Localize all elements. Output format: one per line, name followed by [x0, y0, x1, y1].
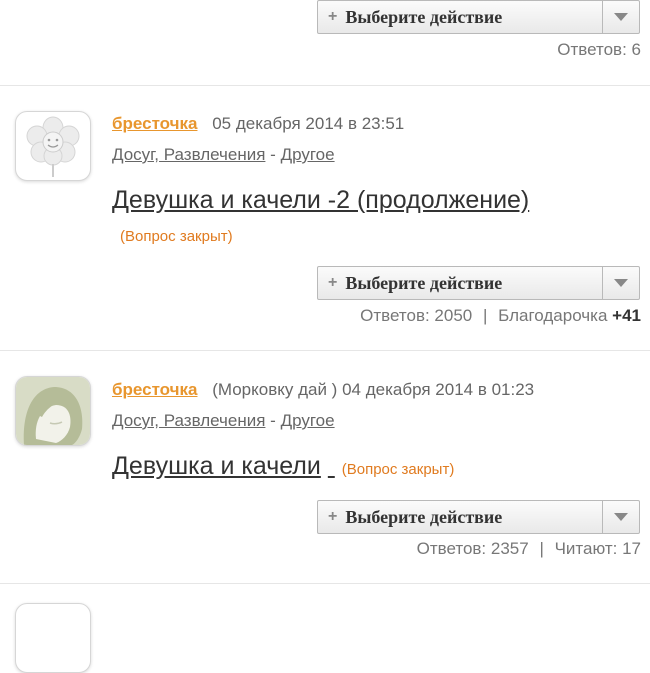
readers-count: Читают: 17 — [554, 539, 641, 558]
action-dropdown[interactable]: + Выберите действие — [317, 266, 640, 300]
stats-separator: | — [482, 306, 488, 325]
post-stats: Ответов: 2357 | Читают: 17 — [417, 539, 641, 559]
post-title: Девушка и качели -2 (продолжение) — [112, 186, 529, 215]
thanks-value: +41 — [612, 306, 641, 325]
action-button[interactable]: + Выберите действие — [318, 507, 602, 528]
question-title-link[interactable]: Девушка и качели -2 (продолжение) — [112, 186, 529, 214]
divider — [0, 350, 650, 351]
action-label: Выберите действие — [345, 272, 503, 293]
thanks-label: Благодарочка — [498, 306, 608, 325]
flower-avatar-icon — [26, 116, 80, 177]
post-date: 04 декабря 2014 в 01:23 — [342, 380, 535, 399]
chevron-down-icon[interactable] — [602, 267, 639, 299]
avatar[interactable] — [15, 376, 91, 446]
post-title: Девушка и качели (Вопрос закрыт) — [112, 452, 454, 481]
action-dropdown[interactable]: + Выберите действие — [317, 500, 640, 534]
answers-count: Ответов: 2357 — [416, 539, 529, 558]
action-label: Выберите действие — [345, 6, 503, 27]
username-link[interactable]: бресточка — [112, 380, 197, 399]
divider — [0, 583, 650, 584]
category-link[interactable]: Досуг, Развлечения — [112, 145, 265, 164]
title-trailing-space — [328, 452, 335, 480]
category-separator: - — [270, 145, 276, 164]
post-stats: Ответов: 6 — [557, 40, 641, 60]
question-title-link[interactable]: Девушка и качели — [112, 452, 321, 480]
category-separator: - — [270, 411, 276, 430]
plus-icon: + — [328, 8, 338, 25]
woman-face-avatar-icon — [16, 377, 90, 445]
answers-count: Ответов: 2050 — [360, 306, 473, 325]
action-button[interactable]: + Выберите действие — [318, 273, 602, 294]
subcategory-link[interactable]: Другое — [281, 145, 335, 164]
plus-icon: + — [328, 508, 338, 525]
action-label: Выберите действие — [345, 506, 503, 527]
action-dropdown[interactable]: + Выберите действие — [317, 0, 640, 34]
avatar[interactable] — [15, 603, 91, 673]
post-author-line: бресточка 05 декабря 2014 в 23:51 — [112, 114, 404, 134]
answers-count: Ответов: 6 — [557, 40, 641, 59]
action-button[interactable]: + Выберите действие — [318, 7, 602, 28]
post-category: Досуг, Развлечения - Другое — [112, 145, 335, 165]
stats-separator: | — [539, 539, 544, 558]
username-link[interactable]: бресточка — [112, 114, 197, 133]
divider — [0, 85, 650, 86]
subcategory-link[interactable]: Другое — [281, 411, 335, 430]
post-date: 05 декабря 2014 в 23:51 — [212, 114, 405, 133]
post-author-line: бресточка (Морковку дай ) 04 декабря 201… — [112, 380, 534, 400]
chevron-down-icon[interactable] — [602, 501, 639, 533]
post-stats: Ответов: 2050 | Благодарочка +41 — [360, 306, 641, 326]
post-category: Досуг, Развлечения - Другое — [112, 411, 335, 431]
plus-icon: + — [328, 274, 338, 291]
user-nickname: (Морковку дай ) — [212, 380, 338, 399]
category-link[interactable]: Досуг, Развлечения — [112, 411, 265, 430]
avatar[interactable] — [15, 111, 91, 181]
chevron-down-icon[interactable] — [602, 1, 639, 33]
closed-badge: (Вопрос закрыт) — [341, 461, 455, 478]
closed-badge: (Вопрос закрыт) — [120, 228, 233, 245]
